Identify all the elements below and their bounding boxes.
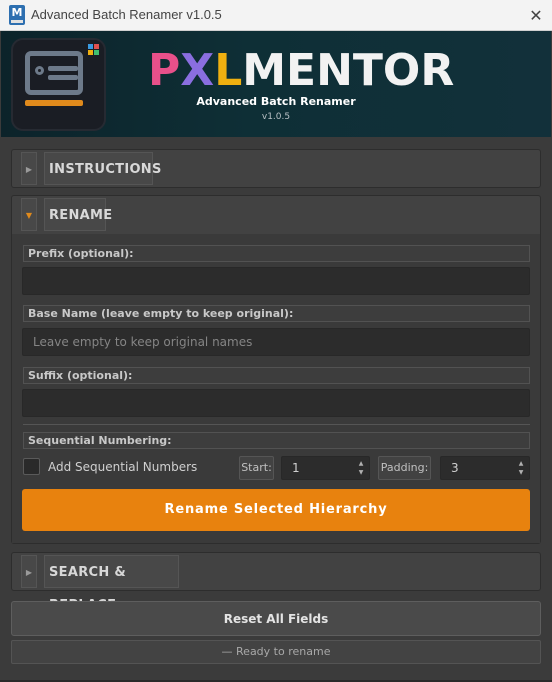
padding-value: 3 (451, 461, 459, 475)
banner-version: v1.0.5 (261, 112, 291, 122)
sequential-numbering-label: Sequential Numbering: (23, 432, 530, 449)
sequential-numbers-checkbox[interactable] (23, 458, 40, 475)
tab-rename[interactable]: RENAME (44, 198, 112, 231)
suffix-input[interactable] (22, 389, 530, 417)
base-name-input[interactable] (22, 328, 530, 356)
rename-selected-hierarchy-button[interactable]: Rename Selected Hierarchy (22, 489, 530, 531)
suffix-label: Suffix (optional): (23, 367, 530, 384)
tab-search-replace[interactable]: SEARCH & REPLACE (44, 555, 179, 613)
start-spinbox[interactable]: 1 ▲ ▼ (281, 456, 370, 480)
logo-window-icon (25, 51, 83, 95)
spin-arrows-icon[interactable]: ▲ ▼ (356, 459, 366, 477)
prefix-label: Prefix (optional): (23, 245, 530, 262)
padding-spinbox[interactable]: 3 ▲ ▼ (440, 456, 530, 480)
reset-all-fields-button[interactable]: Reset All Fields (11, 601, 541, 636)
tab-instructions[interactable]: INSTRUCTIONS (44, 152, 161, 185)
status-bar: — Ready to rename (11, 640, 541, 664)
sequential-numbers-label: Add Sequential Numbers (48, 460, 198, 474)
banner-subtitle: Advanced Batch Renamer (196, 95, 356, 108)
window-title: Advanced Batch Renamer v1.0.5 (31, 7, 222, 22)
brand-logo-text: PXLMENTOR (148, 45, 455, 96)
padding-label: Padding: (378, 456, 431, 480)
close-icon[interactable]: ✕ (525, 5, 547, 27)
instructions-expand-icon[interactable]: ▶ (21, 152, 37, 185)
rename-collapse-icon[interactable]: ▼ (21, 198, 37, 231)
base-name-label: Base Name (leave empty to keep original)… (23, 305, 530, 322)
app-icon: M (9, 5, 25, 25)
app-icon-letter: M (11, 6, 23, 19)
start-value: 1 (292, 461, 300, 475)
search-replace-expand-icon[interactable]: ▶ (21, 555, 37, 588)
prefix-input[interactable] (22, 267, 530, 295)
divider (23, 424, 530, 425)
start-label: Start: (239, 456, 274, 480)
spin-arrows-icon[interactable]: ▲ ▼ (516, 459, 526, 477)
